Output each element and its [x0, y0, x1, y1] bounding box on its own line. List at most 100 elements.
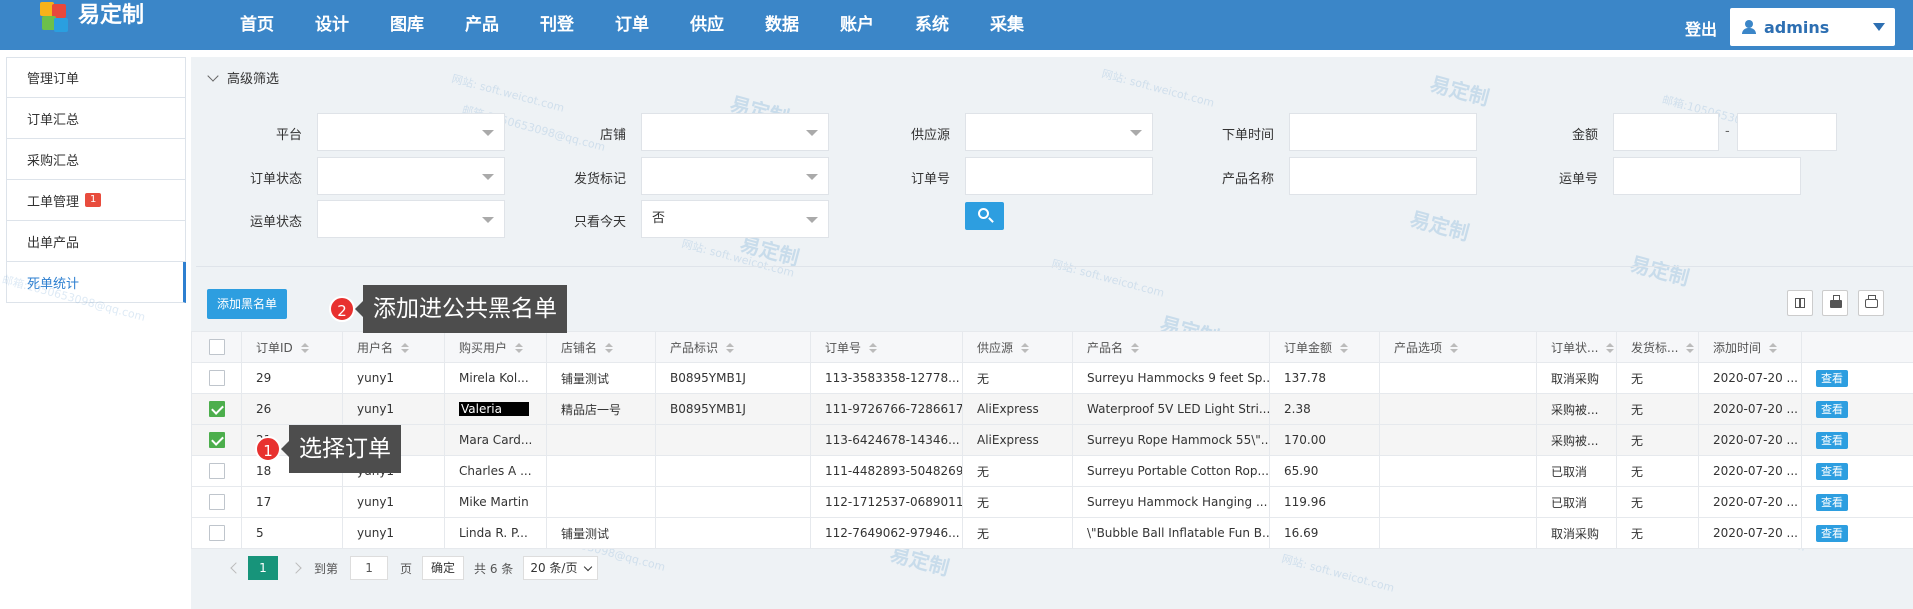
nav-supply[interactable]: 供应	[690, 0, 765, 50]
table-row[interactable]: 17 yuny1 Mike Martin 112-1712537-0689011 无 Su…	[191, 486, 1913, 518]
nav-home[interactable]: 首页	[240, 0, 315, 50]
row-checkbox-cell[interactable]	[191, 424, 242, 456]
row-checkbox-cell[interactable]	[191, 362, 242, 394]
nav-listing[interactable]: 刊登	[540, 0, 615, 50]
platform-select[interactable]	[317, 113, 505, 151]
user-dropdown[interactable]: admins	[1730, 8, 1895, 46]
prev-page-icon[interactable]	[230, 562, 242, 574]
add-blacklist-button[interactable]: 添加黑名单	[207, 289, 287, 319]
col-sku[interactable]: 产品标识	[655, 331, 811, 363]
cell-amount: 65.90	[1269, 455, 1380, 487]
export-button[interactable]	[1822, 290, 1848, 316]
table-row[interactable]: 18yuny1Charles A ...111-4482893-5048269无…	[191, 455, 1913, 487]
col-supplier[interactable]: 供应源	[962, 331, 1073, 363]
view-button[interactable]: 查看	[1816, 369, 1848, 387]
sidebar-item-sold-products[interactable]: 出单产品	[6, 221, 186, 262]
nav-data[interactable]: 数据	[765, 0, 840, 50]
row-checkbox[interactable]	[208, 494, 225, 510]
row-checkbox[interactable]	[208, 401, 225, 417]
view-button[interactable]: 查看	[1816, 462, 1848, 480]
select-all-cell[interactable]	[191, 331, 242, 363]
shop-select[interactable]	[641, 113, 829, 151]
sort-icon[interactable]	[515, 343, 524, 353]
sort-icon[interactable]	[1021, 343, 1030, 353]
col-amount[interactable]: 订单金额	[1269, 331, 1380, 363]
order-time-input[interactable]	[1289, 113, 1477, 151]
goto-page-input[interactable]: 1	[350, 556, 389, 580]
col-ship[interactable]: 发货标...	[1616, 331, 1699, 363]
goto-confirm-button[interactable]: 确定	[422, 556, 465, 580]
supplier-select[interactable]	[965, 113, 1153, 151]
col-shop[interactable]: 店铺名	[546, 331, 656, 363]
nav-system[interactable]: 系统	[915, 0, 990, 50]
sort-icon[interactable]	[1450, 343, 1459, 353]
page-number-current[interactable]: 1	[248, 556, 278, 580]
view-button[interactable]: 查看	[1816, 493, 1848, 511]
table-row[interactable]: 21yuny1Mara Card...113-6424678-14346...A…	[191, 424, 1913, 456]
view-button[interactable]: 查看	[1816, 400, 1848, 418]
col-username[interactable]: 用户名	[342, 331, 445, 363]
row-checkbox-cell[interactable]	[191, 517, 242, 549]
row-checkbox[interactable]	[208, 370, 225, 386]
select-all-checkbox[interactable]	[208, 339, 225, 355]
nav-design[interactable]: 设计	[315, 0, 390, 50]
search-button[interactable]	[965, 202, 1004, 230]
col-buyer[interactable]: 购买用户	[444, 331, 547, 363]
row-checkbox-cell[interactable]	[191, 486, 242, 518]
sidebar-item-dead-orders[interactable]: 死单统计	[6, 262, 186, 303]
nav-collect[interactable]: 采集	[990, 0, 1065, 50]
sort-icon[interactable]	[1606, 343, 1615, 353]
row-checkbox-cell[interactable]	[191, 455, 242, 487]
page-size-select[interactable]: 20 条/页	[523, 556, 599, 580]
sort-icon[interactable]	[1131, 343, 1140, 353]
view-button[interactable]: 查看	[1816, 431, 1848, 449]
row-checkbox[interactable]	[208, 432, 225, 448]
col-time[interactable]: 添加时间	[1698, 331, 1802, 363]
sort-icon[interactable]	[300, 343, 309, 353]
advanced-filter-toggle[interactable]: 高级筛选	[191, 68, 279, 87]
sort-icon[interactable]	[869, 343, 878, 353]
row-checkbox-cell[interactable]	[191, 393, 242, 425]
table-row[interactable]: 5 yuny1 Linda R. P... 铺量测试 112-7649062-97946…	[191, 517, 1913, 549]
sort-icon[interactable]	[1686, 343, 1695, 353]
col-product[interactable]: 产品名	[1072, 331, 1270, 363]
sort-icon[interactable]	[1340, 343, 1349, 353]
sidebar-item-purchase-summary[interactable]: 采购汇总	[6, 139, 186, 180]
tracking-no-input[interactable]	[1613, 157, 1801, 195]
col-option[interactable]: 产品选项	[1379, 331, 1537, 363]
tracking-status-select[interactable]	[317, 200, 505, 238]
amount-max-input[interactable]	[1737, 113, 1837, 151]
order-status-select[interactable]	[317, 157, 505, 195]
nav-gallery[interactable]: 图库	[390, 0, 465, 50]
row-checkbox[interactable]	[208, 463, 225, 479]
sort-icon[interactable]	[401, 343, 410, 353]
table-row[interactable]: 26 yuny1 Valeria 精品店一号 B0895YMB1J 111-9726766…	[191, 393, 1913, 425]
nav-products[interactable]: 产品	[465, 0, 540, 50]
order-no-input[interactable]	[965, 157, 1153, 195]
amount-min-input[interactable]	[1613, 113, 1719, 151]
col-order-id[interactable]: 订单ID	[241, 331, 343, 363]
main-nav: 首页 设计 图库 产品 刊登 订单 供应 数据 账户 系统 采集	[240, 0, 1065, 50]
sort-icon[interactable]	[726, 343, 735, 353]
col-status[interactable]: 订单状...	[1536, 331, 1617, 363]
col-order-no[interactable]: 订单号	[810, 331, 963, 363]
ship-mark-select[interactable]	[641, 157, 829, 195]
columns-toggle-button[interactable]	[1787, 290, 1813, 316]
next-page-icon[interactable]	[290, 562, 302, 574]
nav-orders[interactable]: 订单	[615, 0, 690, 50]
logout-link[interactable]: 登出	[1685, 16, 1717, 40]
product-name-input[interactable]	[1289, 157, 1477, 195]
cell-buyer: Mara Card...	[444, 424, 547, 456]
print-button[interactable]	[1858, 290, 1884, 316]
sidebar-item-tickets[interactable]: 工单管理 1	[6, 180, 186, 221]
sort-icon[interactable]	[605, 343, 614, 353]
sidebar-item-order-summary[interactable]: 订单汇总	[6, 98, 186, 139]
today-only-select[interactable]: 否	[641, 200, 829, 238]
row-checkbox[interactable]	[208, 525, 225, 541]
sidebar-item-manage-orders[interactable]: 管理订单	[6, 57, 186, 98]
logo[interactable]: 易定制	[34, 0, 144, 36]
table-row[interactable]: 29 yuny1 Mirela Kol... 铺量测试 B0895YMB1J 113-35…	[191, 362, 1913, 394]
nav-accounts[interactable]: 账户	[840, 0, 915, 50]
sort-icon[interactable]	[1769, 343, 1778, 353]
view-button[interactable]: 查看	[1816, 524, 1848, 542]
